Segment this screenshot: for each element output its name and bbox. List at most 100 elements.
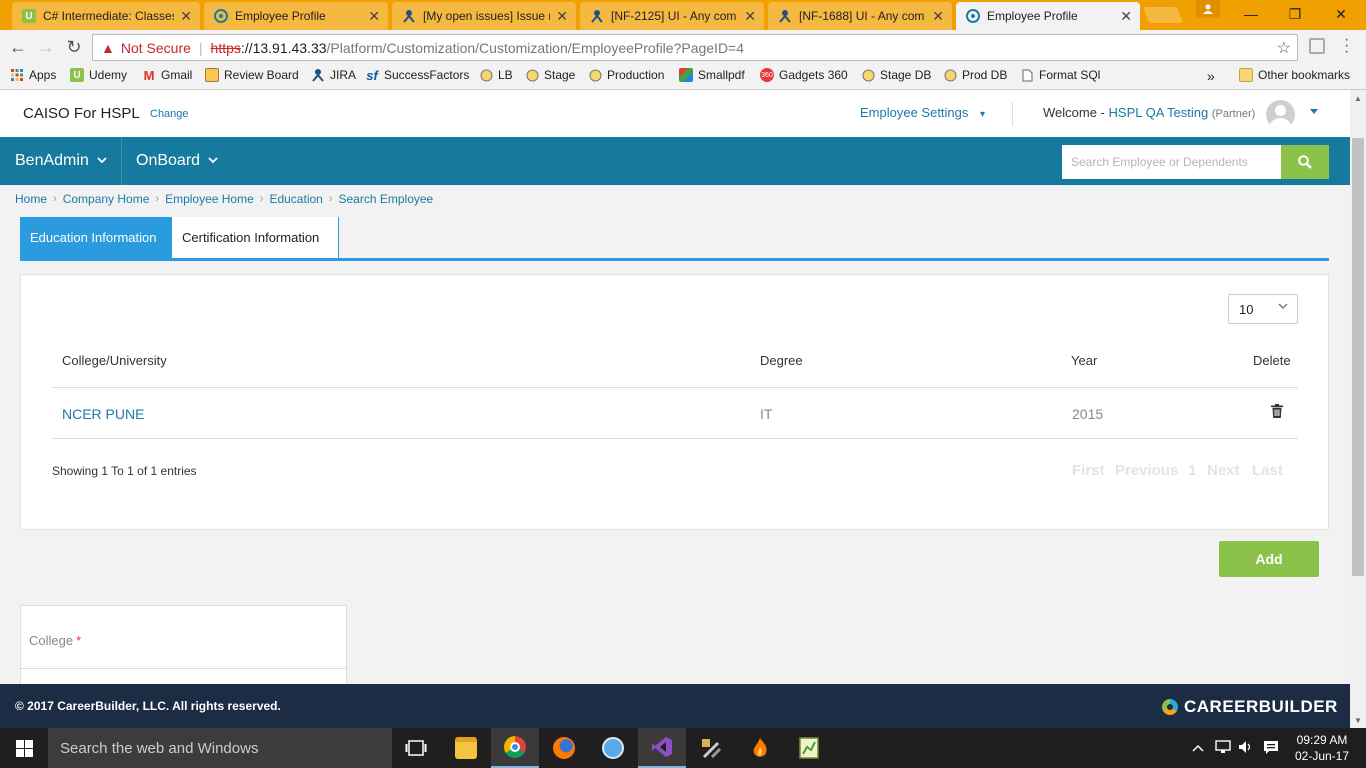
globe-icon bbox=[943, 68, 957, 82]
page-scrollbar[interactable]: ▲ ▼ bbox=[1350, 90, 1366, 728]
page-globe-icon bbox=[966, 9, 980, 23]
employee-settings-menu[interactable]: Employee Settings ▾ bbox=[860, 105, 985, 120]
avatar[interactable] bbox=[1266, 100, 1295, 129]
browser-tab-nf-1688[interactable]: [NF-1688] UI - Any com ✕ bbox=[768, 2, 952, 30]
bookmarks-overflow-icon[interactable]: » bbox=[1207, 68, 1215, 84]
employee-search-input[interactable] bbox=[1062, 145, 1282, 179]
close-icon[interactable]: ✕ bbox=[556, 8, 568, 25]
safari-icon[interactable] bbox=[589, 728, 637, 768]
taskbar-search[interactable]: Search the web and Windows bbox=[48, 728, 392, 768]
nav-benadmin[interactable]: BenAdmin bbox=[0, 137, 122, 185]
new-tab-button[interactable] bbox=[1143, 7, 1183, 23]
profile-tabs: Education Information Certification Info… bbox=[20, 217, 1329, 261]
security-status: Not Secure bbox=[120, 39, 191, 56]
search-button[interactable] bbox=[1281, 145, 1329, 179]
scroll-down-arrow-icon[interactable]: ▼ bbox=[1354, 716, 1362, 725]
tab-education-information[interactable]: Education Information bbox=[20, 217, 172, 258]
bookmark-review-board[interactable]: Review Board bbox=[205, 68, 299, 82]
bookmark-stage[interactable]: Stage bbox=[525, 68, 575, 82]
tab-certification-information[interactable]: Certification Information bbox=[172, 217, 339, 258]
add-button[interactable]: Add bbox=[1219, 541, 1319, 577]
bookmark-label: SuccessFactors bbox=[384, 68, 470, 82]
spreadsheet-app-icon[interactable] bbox=[785, 728, 833, 768]
bookmark-apps[interactable]: Apps bbox=[10, 68, 56, 82]
browser-tab-employee-profile-active[interactable]: Employee Profile ✕ bbox=[956, 2, 1140, 30]
windows-start-button[interactable] bbox=[0, 728, 48, 768]
tab-title: Employee Profile bbox=[235, 9, 326, 23]
forward-arrow-icon[interactable]: → bbox=[35, 36, 57, 58]
file-explorer-icon[interactable] bbox=[442, 728, 490, 768]
visual-studio-icon[interactable] bbox=[638, 728, 686, 768]
column-header-college[interactable]: College/University bbox=[62, 353, 167, 368]
change-company-link[interactable]: Change bbox=[150, 108, 189, 120]
user-menu-caret-icon[interactable] bbox=[1310, 109, 1318, 114]
bookmark-other[interactable]: Other bookmarks bbox=[1239, 68, 1350, 82]
column-header-year[interactable]: Year bbox=[1071, 353, 1097, 368]
breadcrumb-employee-home[interactable]: Employee Home bbox=[165, 192, 254, 206]
successfactors-icon: sf bbox=[366, 67, 378, 83]
bookmark-gadgets360[interactable]: 360 Gadgets 360 bbox=[760, 68, 848, 82]
close-icon[interactable]: ✕ bbox=[932, 8, 944, 25]
breadcrumb-education[interactable]: Education bbox=[269, 192, 322, 206]
pager-first[interactable]: First bbox=[1072, 462, 1105, 479]
system-clock[interactable]: 09:29 AM 02-Jun-17 bbox=[1290, 732, 1354, 764]
task-view-icon[interactable] bbox=[392, 728, 440, 768]
profile-icon[interactable] bbox=[1196, 0, 1220, 18]
tools-icon[interactable] bbox=[687, 728, 735, 768]
pager-next[interactable]: Next bbox=[1207, 462, 1240, 479]
cell-college[interactable]: NCER PUNE bbox=[62, 406, 144, 422]
extension-icon[interactable] bbox=[1309, 38, 1325, 54]
nav-onboard[interactable]: OnBoard bbox=[121, 137, 233, 185]
flame-app-icon[interactable] bbox=[736, 728, 784, 768]
close-icon[interactable]: ✕ bbox=[180, 8, 192, 25]
breadcrumb-search-employee[interactable]: Search Employee bbox=[339, 192, 434, 206]
browser-tab-nf-2125[interactable]: [NF-2125] UI - Any com ✕ bbox=[580, 2, 764, 30]
address-bar[interactable]: ▲ Not Secure | https ://13.91.43.33 /Pla… bbox=[92, 34, 1298, 61]
pager-last[interactable]: Last bbox=[1252, 462, 1283, 479]
bookmark-star-icon[interactable]: ☆ bbox=[1277, 38, 1291, 58]
network-icon[interactable] bbox=[1215, 740, 1231, 757]
bookmark-udemy[interactable]: U Udemy bbox=[70, 68, 127, 82]
page-size-select[interactable]: 10 bbox=[1228, 294, 1298, 324]
bookmark-smallpdf[interactable]: Smallpdf bbox=[679, 68, 745, 82]
minimize-button[interactable]: — bbox=[1228, 0, 1274, 28]
browser-tab-employee-profile[interactable]: Employee Profile ✕ bbox=[204, 2, 388, 30]
close-icon[interactable]: ✕ bbox=[368, 8, 380, 25]
notifications-icon[interactable] bbox=[1263, 740, 1279, 758]
bookmark-gmail[interactable]: M Gmail bbox=[142, 68, 193, 83]
back-arrow-icon[interactable]: ← bbox=[7, 36, 29, 58]
close-window-button[interactable]: ✕ bbox=[1318, 0, 1364, 28]
close-icon[interactable]: ✕ bbox=[1120, 8, 1132, 25]
tray-expand-icon[interactable] bbox=[1192, 740, 1204, 755]
pager-previous[interactable]: Previous bbox=[1115, 462, 1178, 479]
restore-button[interactable]: ❐ bbox=[1272, 0, 1318, 28]
gadgets360-icon: 360 bbox=[760, 68, 774, 82]
bookmark-prod-db[interactable]: Prod DB bbox=[943, 68, 1007, 82]
bookmark-format-sql[interactable]: Format SQl bbox=[1020, 68, 1100, 82]
reload-icon[interactable]: ↻ bbox=[63, 36, 85, 58]
volume-icon[interactable] bbox=[1238, 740, 1254, 757]
chrome-icon[interactable] bbox=[491, 728, 539, 768]
breadcrumb-company-home[interactable]: Company Home bbox=[63, 192, 150, 206]
bookmark-stage-db[interactable]: Stage DB bbox=[861, 68, 931, 82]
browser-tab-udemy[interactable]: U C# Intermediate: Classes ✕ bbox=[12, 2, 200, 30]
bookmark-production[interactable]: Production bbox=[588, 68, 664, 82]
firefox-icon[interactable] bbox=[540, 728, 588, 768]
college-field-label[interactable]: College * bbox=[29, 633, 81, 648]
bookmark-successfactors[interactable]: sf SuccessFactors bbox=[365, 67, 470, 83]
column-header-degree[interactable]: Degree bbox=[760, 353, 803, 368]
close-icon[interactable]: ✕ bbox=[744, 8, 756, 25]
browser-menu-icon[interactable]: · · · bbox=[1344, 32, 1349, 60]
table-divider bbox=[52, 438, 1298, 439]
trash-icon[interactable] bbox=[1271, 404, 1283, 418]
scroll-thumb[interactable] bbox=[1352, 138, 1364, 576]
pager-current-page[interactable]: 1 bbox=[1188, 462, 1196, 479]
scroll-up-arrow-icon[interactable]: ▲ bbox=[1354, 94, 1362, 103]
column-header-delete: Delete bbox=[1253, 353, 1291, 368]
user-name-link[interactable]: HSPL QA Testing bbox=[1109, 105, 1209, 120]
bookmark-lb[interactable]: LB bbox=[479, 68, 513, 82]
bookmark-jira[interactable]: JIRA bbox=[311, 68, 356, 82]
url-host: ://13.91.43.33 bbox=[240, 39, 327, 56]
browser-tab-jira-issues[interactable]: [My open issues] Issue n ✕ bbox=[392, 2, 576, 30]
breadcrumb-home[interactable]: Home bbox=[15, 192, 47, 206]
